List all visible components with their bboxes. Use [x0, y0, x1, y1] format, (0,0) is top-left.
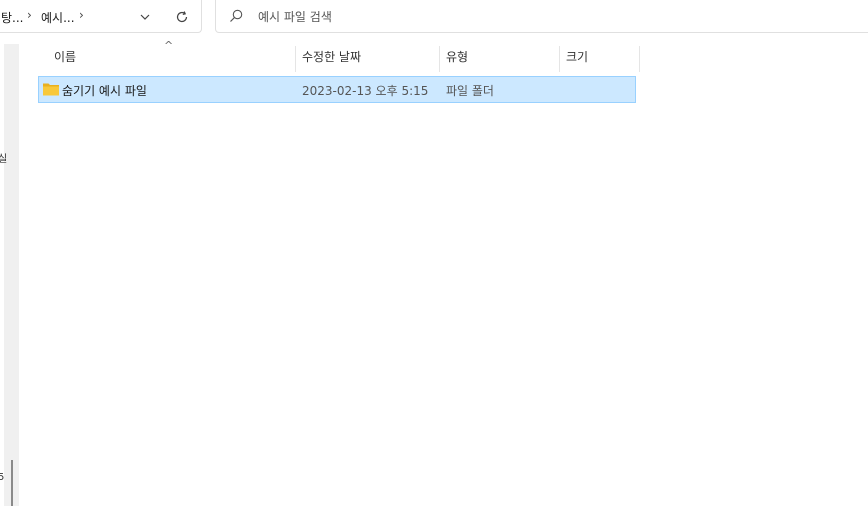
chevron-right-icon[interactable]: › [79, 8, 84, 22]
folder-icon [43, 83, 59, 96]
refresh-button[interactable] [171, 6, 193, 28]
file-explorer-window: 탕... › 예시... › 예시 파일 검색 실 5 ^ 이름 수정한 날짜 … [0, 0, 868, 506]
column-divider[interactable] [295, 46, 296, 72]
column-header-name[interactable]: 이름 [54, 48, 76, 72]
column-divider[interactable] [639, 46, 640, 72]
file-type: 파일 폴더 [446, 84, 494, 98]
column-header-size[interactable]: 크기 [566, 48, 588, 72]
search-box[interactable] [215, 0, 868, 33]
file-name: 숨기기 예시 파일 [62, 84, 147, 98]
file-list-row-selected[interactable]: 숨기기 예시 파일 2023-02-13 오후 5:15 파일 폴더 [38, 76, 636, 103]
column-header-type[interactable]: 유형 [446, 48, 468, 72]
navigation-pane-scrollbar-thumb[interactable] [11, 460, 13, 506]
file-date-modified: 2023-02-13 오후 5:15 [302, 84, 429, 98]
navigation-item-fragment[interactable]: 실 [0, 150, 7, 165]
top-bar: 탕... › 예시... › [0, 0, 868, 36]
column-divider[interactable] [439, 46, 440, 72]
breadcrumb-item-parent[interactable]: 탕... [1, 9, 23, 26]
chevron-right-icon[interactable]: › [27, 8, 32, 22]
refresh-icon [176, 11, 188, 23]
breadcrumb-item-current[interactable]: 예시... [41, 9, 75, 26]
column-header-date-modified[interactable]: 수정한 날짜 [302, 48, 361, 72]
history-dropdown-button[interactable] [134, 6, 156, 28]
column-headers: 이름 수정한 날짜 유형 크기 [20, 44, 640, 72]
search-icon [230, 9, 243, 22]
navigation-item-fragment[interactable]: 5 [0, 472, 4, 483]
address-bar[interactable]: 탕... › 예시... › [0, 0, 202, 33]
column-divider[interactable] [559, 46, 560, 72]
search-input[interactable] [256, 6, 860, 28]
chevron-down-icon [140, 14, 150, 20]
navigation-pane-scrollbar-track[interactable] [4, 44, 19, 506]
